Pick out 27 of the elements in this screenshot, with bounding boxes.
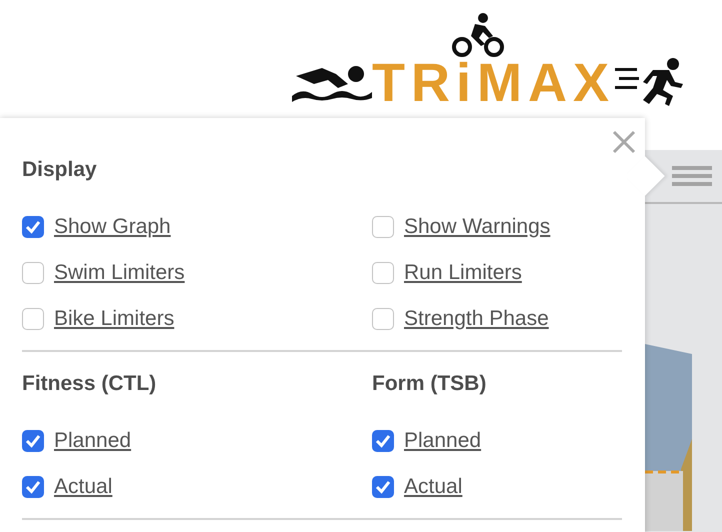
- checkbox[interactable]: [372, 308, 394, 330]
- checkbox[interactable]: [22, 476, 44, 498]
- option-link[interactable]: Show Warnings: [404, 215, 550, 239]
- option-link[interactable]: Bike Limiters: [54, 307, 174, 331]
- option-link[interactable]: Actual: [54, 475, 112, 499]
- option-link[interactable]: Planned: [54, 429, 132, 453]
- section-heading: Form (TSB): [372, 372, 488, 397]
- checkbox[interactable]: [22, 216, 44, 238]
- option-link[interactable]: Planned: [404, 429, 482, 453]
- checkbox[interactable]: [372, 476, 394, 498]
- checkbox[interactable]: [22, 430, 44, 452]
- checkbox[interactable]: [372, 216, 394, 238]
- runner-icon: [614, 58, 685, 106]
- checkbox[interactable]: [372, 262, 394, 284]
- option-link[interactable]: Strength Phase: [404, 307, 549, 331]
- checkbox[interactable]: [372, 430, 394, 452]
- logo-text: TRiMAX: [372, 58, 615, 108]
- option-link[interactable]: Show Graph: [54, 215, 171, 239]
- cyclist-icon: [451, 12, 506, 58]
- checkbox[interactable]: [22, 262, 44, 284]
- option-link[interactable]: Actual: [404, 475, 462, 499]
- section-heading: Display: [22, 158, 98, 183]
- checkbox[interactable]: [22, 308, 44, 330]
- section-heading: Fitness (CTL): [22, 372, 158, 397]
- menu-button[interactable]: [672, 166, 712, 186]
- option-link[interactable]: Swim Limiters: [54, 261, 185, 285]
- option-link[interactable]: Run Limiters: [404, 261, 522, 285]
